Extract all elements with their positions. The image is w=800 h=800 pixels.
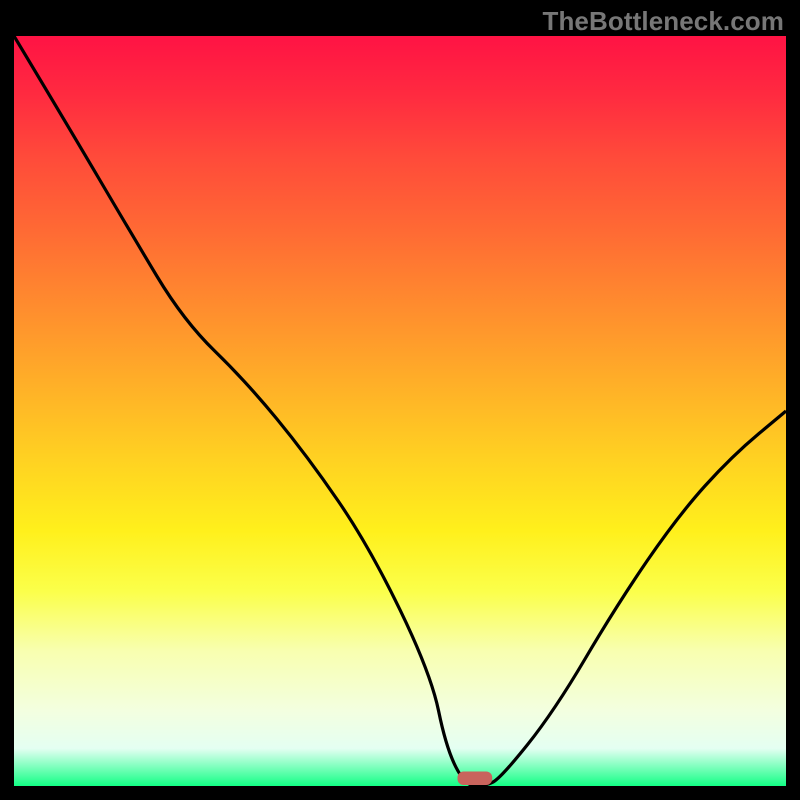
plot-area xyxy=(14,36,786,786)
chart-frame: TheBottleneck.com xyxy=(0,0,800,800)
chart-svg xyxy=(14,36,786,786)
watermark-text: TheBottleneck.com xyxy=(542,6,784,37)
bottleneck-curve xyxy=(14,36,786,786)
optimal-marker xyxy=(458,772,493,786)
